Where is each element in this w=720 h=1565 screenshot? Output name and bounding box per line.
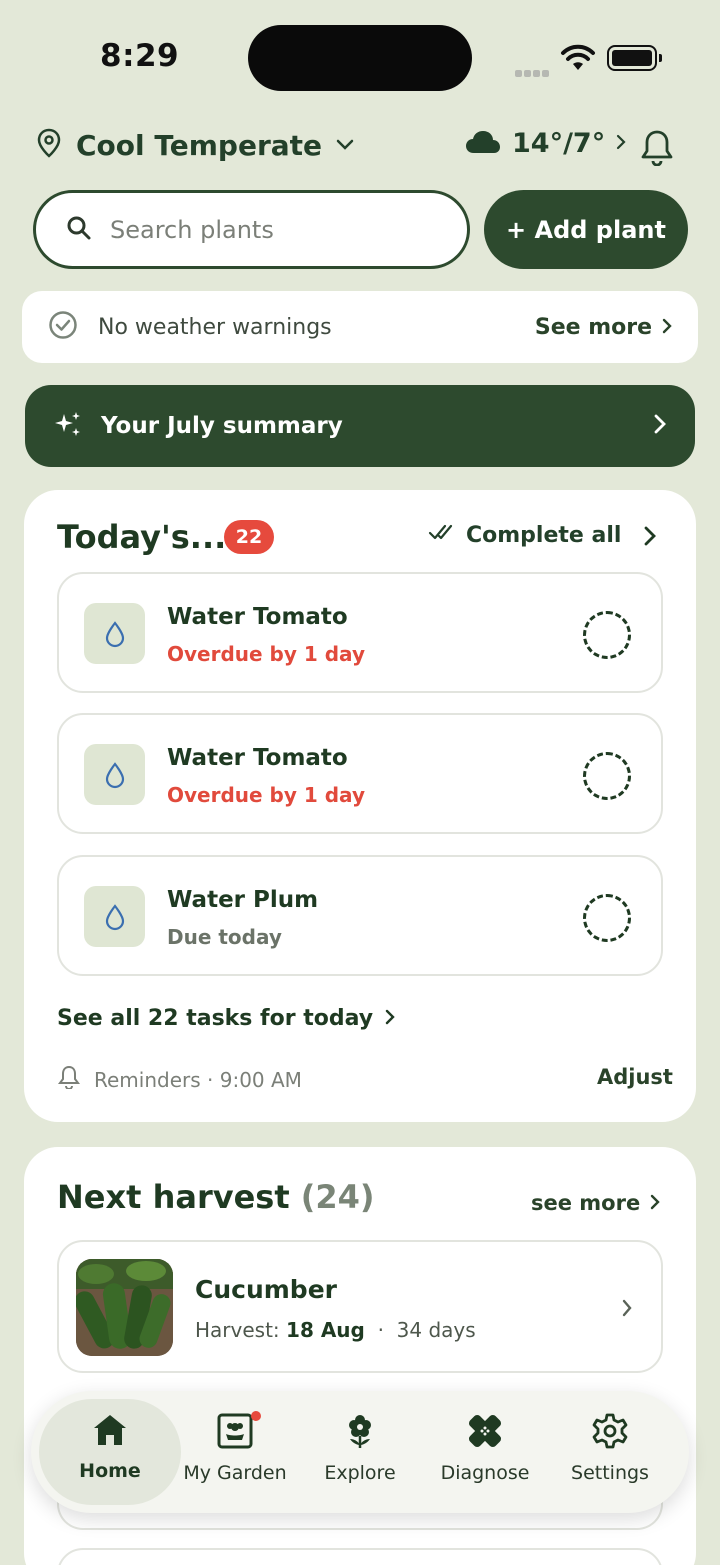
harvest-item[interactable]: Cucumber Harvest: 18 Aug · 34 days <box>57 1240 663 1373</box>
nav-diagnose[interactable]: Diagnose <box>422 1412 548 1484</box>
cloud-icon <box>464 129 502 159</box>
bell-icon <box>58 1065 80 1094</box>
nav-label: Diagnose <box>440 1462 530 1484</box>
chevron-right-icon <box>662 315 672 340</box>
flower-icon <box>341 1412 379 1454</box>
harvest-days: 34 days <box>396 1318 476 1342</box>
task-name: Water Tomato <box>167 745 348 771</box>
search-placeholder: Search plants <box>110 215 274 244</box>
complete-all-button[interactable]: Complete all <box>428 522 621 548</box>
water-drop-icon <box>84 603 145 664</box>
adjust-reminder-button[interactable]: Adjust <box>597 1065 673 1089</box>
chevron-right-icon <box>385 1006 395 1031</box>
task-name: Water Plum <box>167 887 319 913</box>
bandage-icon <box>466 1412 504 1454</box>
see-all-tasks-link[interactable]: See all 22 tasks for today <box>57 1006 395 1031</box>
chevron-down-icon <box>336 136 354 155</box>
task-count-badge: 22 <box>224 520 274 554</box>
cellular-signal-icon <box>515 62 551 81</box>
weather-warnings-bar[interactable]: No weather warnings See more <box>22 291 698 363</box>
search-input[interactable]: Search plants <box>33 190 470 269</box>
nav-label: Explore <box>324 1462 396 1484</box>
task-name: Water Tomato <box>167 604 348 630</box>
separator: · <box>377 1318 384 1342</box>
weather-temp: 14°/7° <box>512 128 606 159</box>
check-circle-icon <box>48 310 78 344</box>
harvest-date: 18 Aug <box>286 1318 365 1342</box>
harvest-info: Harvest: 18 Aug · 34 days <box>195 1318 476 1342</box>
see-more-label: See more <box>534 314 652 340</box>
double-check-icon <box>428 522 458 548</box>
task-due: Overdue by 1 day <box>167 783 365 807</box>
notification-dot <box>251 1411 261 1421</box>
plant-name: Cucumber <box>195 1275 337 1304</box>
nav-label: Settings <box>571 1462 649 1484</box>
list-item <box>57 1548 663 1565</box>
harvest-title-text: Next harvest <box>57 1178 290 1216</box>
chevron-right-icon <box>653 413 667 439</box>
task-checkbox[interactable] <box>583 611 631 659</box>
nav-home[interactable]: Home <box>47 1412 173 1482</box>
water-drop-icon <box>84 886 145 947</box>
location-selector[interactable]: Cool Temperate <box>36 128 354 162</box>
location-pin-icon <box>36 128 62 162</box>
nav-label: My Garden <box>183 1462 287 1484</box>
add-plant-button[interactable]: + Add plant <box>484 190 688 269</box>
see-more-label: see more <box>531 1191 641 1215</box>
see-more-harvest-link[interactable]: see more <box>531 1191 660 1215</box>
reminder-info: Reminders · 9:00 AM <box>58 1065 302 1094</box>
nav-explore[interactable]: Explore <box>297 1412 423 1484</box>
reminder-text: Reminders · 9:00 AM <box>94 1067 302 1092</box>
task-item[interactable]: Water Plum Due today <box>57 855 663 976</box>
summary-label: Your July summary <box>101 413 343 439</box>
see-more-warnings-link[interactable]: See more <box>535 315 672 340</box>
complete-all-label: Complete all <box>466 522 622 548</box>
harvest-title: Next harvest (24) <box>57 1178 375 1216</box>
search-icon <box>66 215 92 245</box>
harvest-prefix: Harvest: <box>195 1318 280 1342</box>
water-drop-icon <box>84 744 145 805</box>
task-due: Overdue by 1 day <box>167 642 365 666</box>
home-icon <box>91 1412 129 1452</box>
task-item[interactable]: Water Tomato Overdue by 1 day <box>57 572 663 693</box>
gear-icon <box>591 1412 629 1454</box>
monthly-summary-banner[interactable]: Your July summary <box>25 385 695 467</box>
battery-icon <box>607 45 662 71</box>
nav-label: Home <box>79 1460 141 1482</box>
wifi-icon <box>560 44 596 76</box>
notification-bell-icon[interactable] <box>640 128 674 170</box>
chevron-right-icon <box>650 1191 660 1215</box>
today-title: Today's... <box>57 518 227 556</box>
location-label: Cool Temperate <box>76 128 323 162</box>
nav-my-garden[interactable]: My Garden <box>172 1412 298 1484</box>
weather-widget[interactable]: 14°/7° <box>464 128 627 159</box>
status-time: 8:29 <box>100 38 180 74</box>
dynamic-island <box>248 25 472 91</box>
cucumber-photo <box>76 1259 173 1356</box>
task-checkbox[interactable] <box>583 894 631 942</box>
task-item[interactable]: Water Tomato Overdue by 1 day <box>57 713 663 834</box>
harvest-count: (24) <box>300 1178 375 1216</box>
chevron-right-icon[interactable] <box>643 525 657 551</box>
nav-settings[interactable]: Settings <box>547 1412 673 1484</box>
see-all-label: See all 22 tasks for today <box>57 1006 374 1031</box>
sparkles-icon <box>53 409 83 443</box>
weather-warnings-text: No weather warnings <box>98 314 332 340</box>
garden-icon <box>216 1412 254 1454</box>
chevron-right-icon <box>615 133 627 155</box>
chevron-right-icon <box>621 1298 633 1322</box>
task-checkbox[interactable] <box>583 752 631 800</box>
